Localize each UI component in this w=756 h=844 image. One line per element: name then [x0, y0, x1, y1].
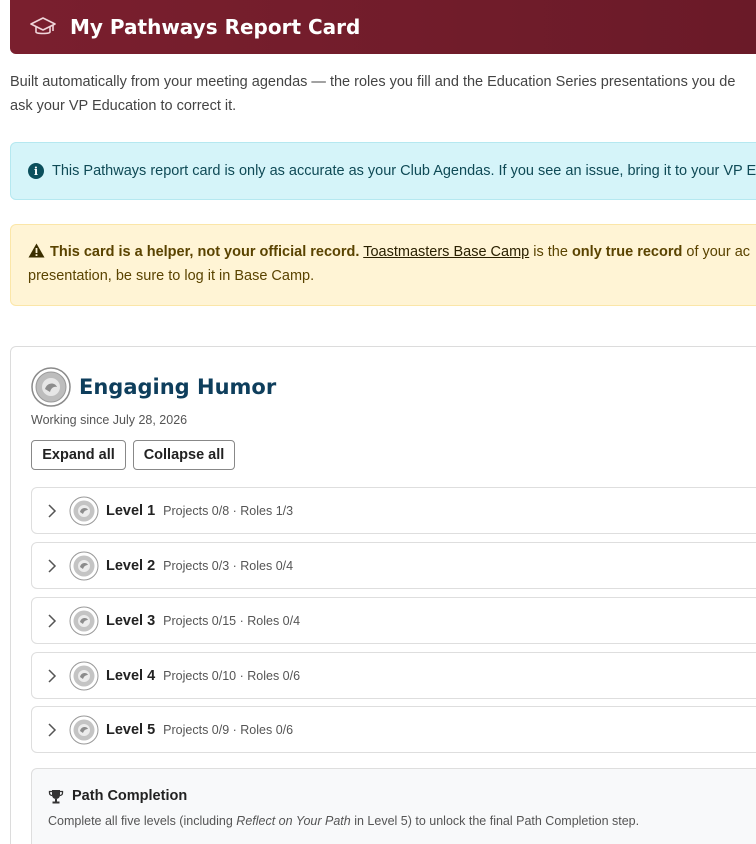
chevron-right-icon: [48, 613, 57, 628]
base-camp-link[interactable]: Toastmasters Base Camp: [363, 244, 529, 260]
warning-bold-mid: only true record: [571, 244, 683, 260]
warning-tail-text: of your ac: [686, 244, 751, 260]
path-since: Working since July 28, 2026: [31, 413, 188, 427]
chevron-right-icon: [48, 503, 57, 518]
level-progress: Projects 0/3 · Roles 0/4: [163, 558, 294, 573]
page-title: My Pathways Report Card: [70, 15, 361, 39]
level-name: Level 3: [106, 612, 156, 629]
path-completion-panel: Path Completion Complete all five levels…: [31, 768, 756, 844]
intro-text: Built automatically from your meeting ag…: [10, 70, 756, 118]
level-name: Level 5: [106, 721, 156, 738]
path-header: Engaging Humor: [31, 367, 276, 407]
level-name: Level 1: [106, 502, 156, 519]
level-row-1[interactable]: Level 1 Projects 0/8 · Roles 1/3: [31, 487, 756, 534]
warning-mid-text: is the: [533, 244, 568, 260]
level-row-2[interactable]: Level 2 Projects 0/3 · Roles 0/4: [31, 542, 756, 589]
trophy-icon: [48, 789, 64, 803]
level-name: Level 2: [106, 557, 156, 574]
level-badge-icon: [69, 715, 99, 744]
level-badge-icon: [69, 496, 99, 525]
chevron-right-icon: [48, 668, 57, 683]
warning-triangle-icon: [28, 243, 45, 258]
chevron-right-icon: [48, 558, 57, 573]
level-badge-icon: [69, 606, 99, 635]
info-alert: i This Pathways report card is only as a…: [10, 142, 756, 200]
expand-all-button[interactable]: Expand all: [31, 440, 126, 470]
level-progress: Projects 0/9 · Roles 0/6: [163, 722, 294, 737]
intro-line-2: ask your VP Education to correct it.: [10, 98, 237, 114]
path-card: Engaging Humor Working since July 28, 20…: [10, 346, 756, 844]
level-progress: Projects 0/15 · Roles 0/4: [163, 613, 301, 628]
path-completion-text: Complete all five levels (including Refl…: [48, 814, 640, 828]
level-row-3[interactable]: Level 3 Projects 0/15 · Roles 0/4: [31, 597, 756, 644]
page-header: My Pathways Report Card: [10, 0, 756, 54]
path-title: Engaging Humor: [79, 375, 277, 399]
level-badge-icon: [69, 551, 99, 580]
level-row-5[interactable]: Level 5 Projects 0/9 · Roles 0/6: [31, 706, 756, 753]
path-badge-icon: [31, 367, 71, 407]
intro-line-1: Built automatically from your meeting ag…: [10, 74, 736, 90]
reflect-on-your-path-text: Reflect on Your Path: [236, 814, 351, 828]
info-alert-text: This Pathways report card is only as acc…: [52, 163, 756, 179]
level-row-4[interactable]: Level 4 Projects 0/10 · Roles 0/6: [31, 652, 756, 699]
chevron-right-icon: [48, 722, 57, 737]
warning-line-2: presentation, be sure to log it in Base …: [28, 268, 315, 284]
level-progress: Projects 0/8 · Roles 1/3: [163, 503, 294, 518]
path-completion-title: Path Completion: [72, 788, 188, 804]
warning-bold-lead: This card is a helper, not your official…: [50, 244, 360, 260]
level-name: Level 4: [106, 667, 156, 684]
info-circle-icon: i: [28, 163, 44, 179]
collapse-all-button[interactable]: Collapse all: [133, 440, 235, 470]
level-progress: Projects 0/10 · Roles 0/6: [163, 668, 301, 683]
level-badge-icon: [69, 661, 99, 690]
warning-alert: This card is a helper, not your official…: [10, 224, 756, 306]
graduation-cap-icon: [30, 17, 56, 35]
